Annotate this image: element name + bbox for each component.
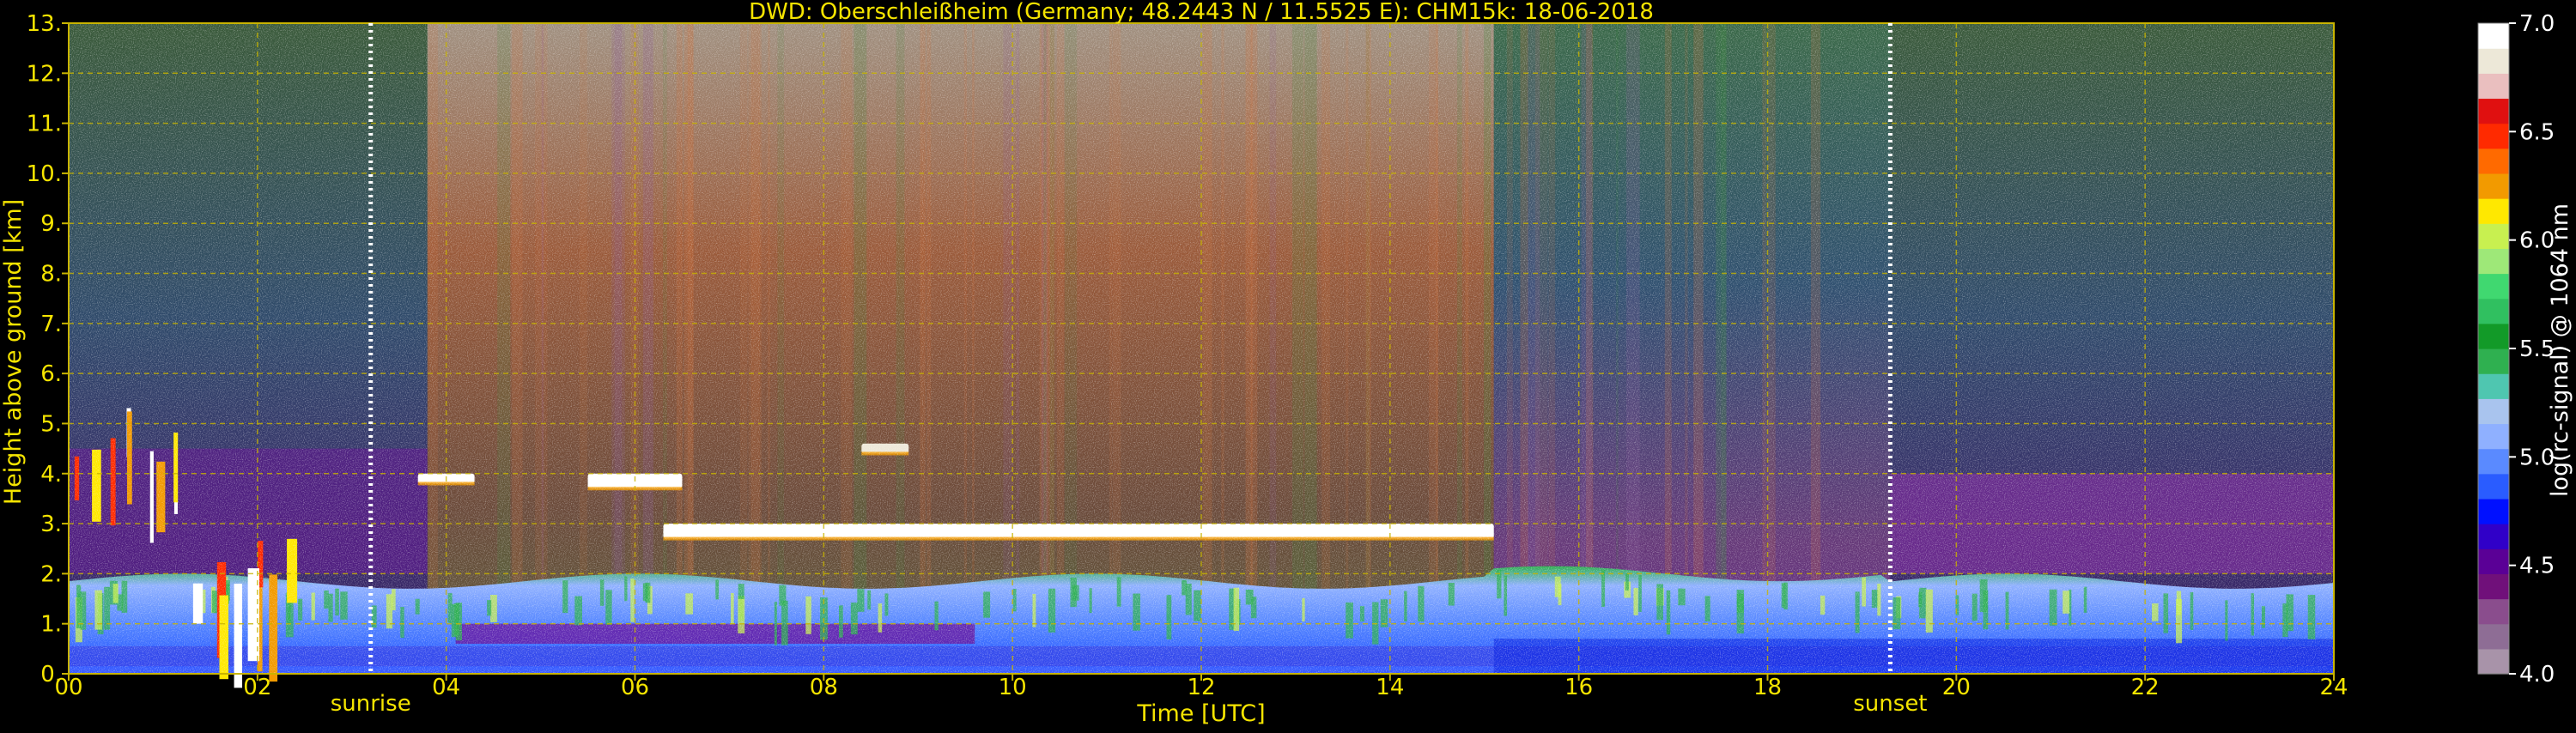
colorbar-tick-label: 4.0: [2519, 662, 2555, 688]
y-tick-label: 7.: [40, 312, 62, 337]
colorbar-segment: [2478, 373, 2509, 399]
colorbar-segment: [2478, 98, 2509, 124]
colorbar-segment: [2478, 148, 2509, 174]
y-tick-label: 11.: [27, 112, 62, 137]
colorbar-label: log(rc-signal) @ 1064 nm: [2547, 203, 2573, 497]
y-tick-label: 10.: [27, 161, 62, 187]
y-tick-label: 9.: [40, 211, 62, 237]
colorbar-segment: [2478, 298, 2509, 324]
y-tick-label: 8.: [40, 262, 62, 288]
x-tick-label: 10: [999, 675, 1027, 700]
y-tick-label: 3.: [40, 512, 62, 537]
lidar-chart: sunrise sunset00 02 04 06 08 10 12 14 16 18 20 22 240…: [0, 0, 2573, 727]
colorbar-segment: [2478, 524, 2509, 549]
colorbar-tick-label: 4.5: [2519, 554, 2555, 579]
colorbar-segment: [2478, 248, 2509, 275]
colorbar-segment: [2478, 573, 2509, 600]
y-tick-label: 5.: [40, 411, 62, 437]
sunset-label: sunset: [1853, 691, 1927, 717]
x-tick-label: 14: [1376, 675, 1404, 700]
colorbar-segment: [2478, 173, 2509, 199]
colorbar-segment: [2478, 423, 2509, 450]
y-tick-label: 1.: [40, 612, 62, 638]
x-axis-label: Time [UTC]: [1136, 700, 1265, 727]
colorbar-segment: [2478, 23, 2509, 49]
y-tick-label: 4.: [40, 462, 62, 488]
x-tick-label: 22: [2131, 675, 2160, 700]
x-tick-label: 04: [432, 675, 460, 700]
x-tick-label: 18: [1753, 675, 1782, 700]
colorbar-segment: [2478, 598, 2509, 625]
x-tick-label: 08: [810, 675, 838, 700]
y-tick-label: 6.: [40, 361, 62, 387]
colorbar-segment: [2478, 473, 2509, 500]
colorbar-segment: [2478, 223, 2509, 249]
colorbar-segment: [2478, 448, 2509, 475]
colorbar-segment: [2478, 348, 2509, 374]
y-tick-label: 2.: [40, 561, 62, 587]
colorbar-segment: [2478, 123, 2509, 149]
x-tick-label: 06: [621, 675, 649, 700]
colorbar-segment: [2478, 73, 2509, 100]
x-tick-label: 16: [1564, 675, 1593, 700]
colorbar-segment: [2478, 323, 2509, 349]
colorbar-segment: [2478, 48, 2509, 74]
colorbar-segment: [2478, 198, 2509, 224]
colorbar-segment: [2478, 648, 2509, 675]
chart-title: DWD: Oberschleißheim (Germany; 48.2443 N…: [749, 0, 1654, 25]
colorbar-segment: [2478, 498, 2509, 524]
y-tick-label: 0.: [40, 662, 62, 688]
y-tick-label: 13.: [27, 11, 62, 37]
x-tick-label: 24: [2319, 675, 2348, 700]
x-tick-label: 20: [1942, 675, 1971, 700]
x-tick-label: 02: [243, 675, 271, 700]
colorbar-segment: [2478, 398, 2509, 425]
y-axis-label: Height above ground [km]: [0, 199, 27, 505]
colorbar-segment: [2478, 623, 2509, 650]
colorbar-tick-label: 7.0: [2519, 11, 2555, 37]
sunrise-label: sunrise: [331, 691, 411, 717]
colorbar-segment: [2478, 548, 2509, 574]
y-tick-label: 12.: [27, 61, 62, 87]
colorbar-segment: [2478, 273, 2509, 300]
colorbar-tick-label: 6.5: [2519, 119, 2555, 145]
x-tick-label: 12: [1187, 675, 1215, 700]
